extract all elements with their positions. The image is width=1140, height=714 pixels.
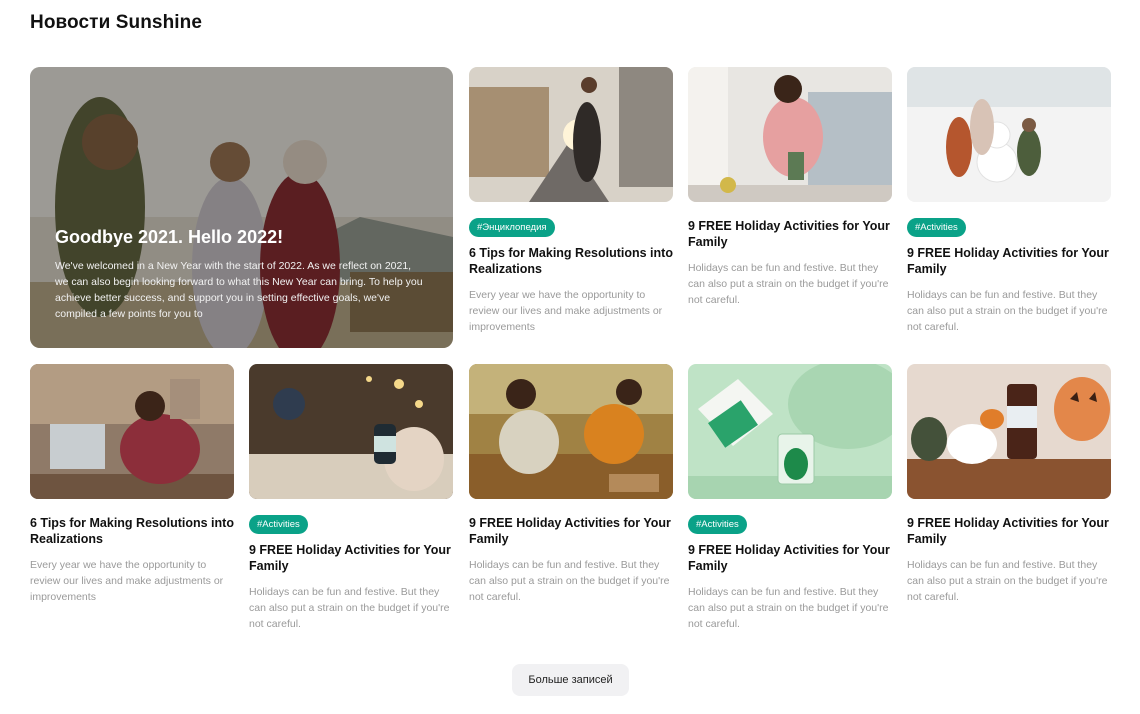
card-excerpt: Holidays can be fun and festive. But the… [249, 586, 450, 630]
card-excerpt: Holidays can be fun and festive. But the… [688, 262, 889, 306]
card-title[interactable]: 9 FREE Holiday Activities for Your Famil… [907, 515, 1111, 547]
card-tag[interactable]: #Activities [688, 515, 747, 534]
card-image-laptop [30, 364, 234, 499]
news-card[interactable]: 9 FREE Holiday Activities for Your Famil… [469, 364, 673, 605]
card-excerpt: Holidays can be fun and festive. But the… [907, 289, 1108, 333]
card-excerpt: Every year we have the opportunity to re… [30, 559, 224, 603]
card-image-autumn-leaves [469, 364, 673, 499]
card-title[interactable]: 9 FREE Holiday Activities for Your Famil… [249, 542, 453, 574]
card-tag[interactable]: #Энциклопедия [469, 218, 555, 237]
card-image-snowman [907, 67, 1111, 202]
card-title[interactable]: 9 FREE Holiday Activities for Your Famil… [469, 515, 673, 547]
news-card[interactable]: 9 FREE Holiday Activities for Your Famil… [907, 364, 1111, 605]
card-image-kitchen [688, 67, 892, 202]
card-tag[interactable]: #Activities [249, 515, 308, 534]
news-card[interactable]: #Activities 9 FREE Holiday Activities fo… [907, 67, 1111, 335]
card-title[interactable]: 6 Tips for Making Resolutions into Reali… [469, 245, 673, 277]
hero-excerpt: We've welcomed in a New Year with the st… [55, 260, 423, 320]
news-card[interactable]: #Activities 9 FREE Holiday Activities fo… [249, 364, 453, 632]
card-excerpt: Every year we have the opportunity to re… [469, 289, 663, 333]
news-card[interactable]: #Activities 9 FREE Holiday Activities fo… [688, 364, 892, 632]
card-excerpt: Holidays can be fun and festive. But the… [907, 559, 1108, 603]
page-title: Новости Sunshine [30, 12, 203, 33]
news-card[interactable]: 6 Tips for Making Resolutions into Reali… [30, 364, 234, 605]
card-excerpt: Holidays can be fun and festive. But the… [688, 586, 889, 630]
load-more-button[interactable]: Больше записей [512, 664, 629, 696]
hero-title: Goodbye 2021. Hello 2022! [55, 227, 284, 247]
card-tag[interactable]: #Activities [907, 218, 966, 237]
card-title[interactable]: 9 FREE Holiday Activities for Your Famil… [688, 542, 892, 574]
hero-news-card[interactable]: Goodbye 2021. Hello 2022! We've welcomed… [30, 67, 453, 348]
card-image-pumpkins [907, 364, 1111, 499]
card-title[interactable]: 9 FREE Holiday Activities for Your Famil… [688, 218, 892, 250]
card-image-supplement-bottle [249, 364, 453, 499]
news-card[interactable]: #Энциклопедия 6 Tips for Making Resoluti… [469, 67, 673, 335]
news-card[interactable]: 9 FREE Holiday Activities for Your Famil… [688, 67, 892, 308]
card-image-chlorophyll [688, 364, 892, 499]
card-image-runner [469, 67, 673, 202]
card-title[interactable]: 6 Tips for Making Resolutions into Reali… [30, 515, 234, 547]
card-title[interactable]: 9 FREE Holiday Activities for Your Famil… [907, 245, 1111, 277]
card-excerpt: Holidays can be fun and festive. But the… [469, 559, 670, 603]
